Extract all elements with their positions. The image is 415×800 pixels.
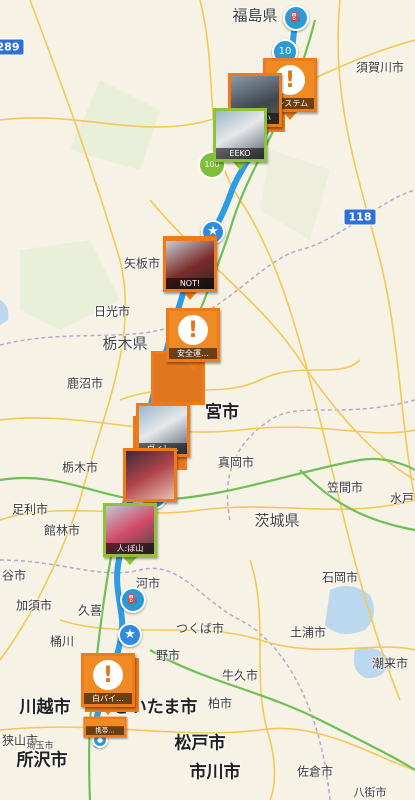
pin-caption: 人:ぼ山 bbox=[106, 543, 154, 554]
pin-ekko[interactable]: EEKO bbox=[213, 108, 267, 170]
star-icon[interactable]: ★ bbox=[118, 623, 142, 647]
route-118-shield: 118 bbox=[343, 208, 377, 226]
pin-caption: 白バイ… bbox=[84, 693, 132, 704]
pin-caption: EEKO bbox=[216, 148, 264, 159]
parking-icon[interactable]: ⛽ bbox=[283, 5, 309, 31]
fuel-icon[interactable]: ⛽ bbox=[120, 587, 146, 613]
pin-hitomi[interactable] bbox=[123, 448, 177, 510]
pin-anzen[interactable]: ! 安全運… bbox=[166, 308, 220, 370]
warning-icon: ! bbox=[178, 315, 208, 346]
route-289-shield: 289 bbox=[0, 38, 25, 56]
pin-not[interactable]: NOT! bbox=[163, 238, 217, 300]
warning-icon: ! bbox=[93, 660, 123, 691]
pin-keitai[interactable]: 携帯… bbox=[83, 716, 127, 738]
lake-kasumigaura bbox=[325, 586, 374, 634]
pin-caption: 携帯… bbox=[85, 726, 125, 735]
pin-hissan[interactable]: 人:ぼ山 bbox=[103, 503, 157, 565]
pin-caption: 安全運… bbox=[169, 348, 217, 359]
pin-caption: NOT! bbox=[166, 278, 214, 289]
map-canvas[interactable] bbox=[0, 0, 415, 800]
pin-shirohai[interactable]: ! 白バイ… bbox=[81, 653, 135, 715]
